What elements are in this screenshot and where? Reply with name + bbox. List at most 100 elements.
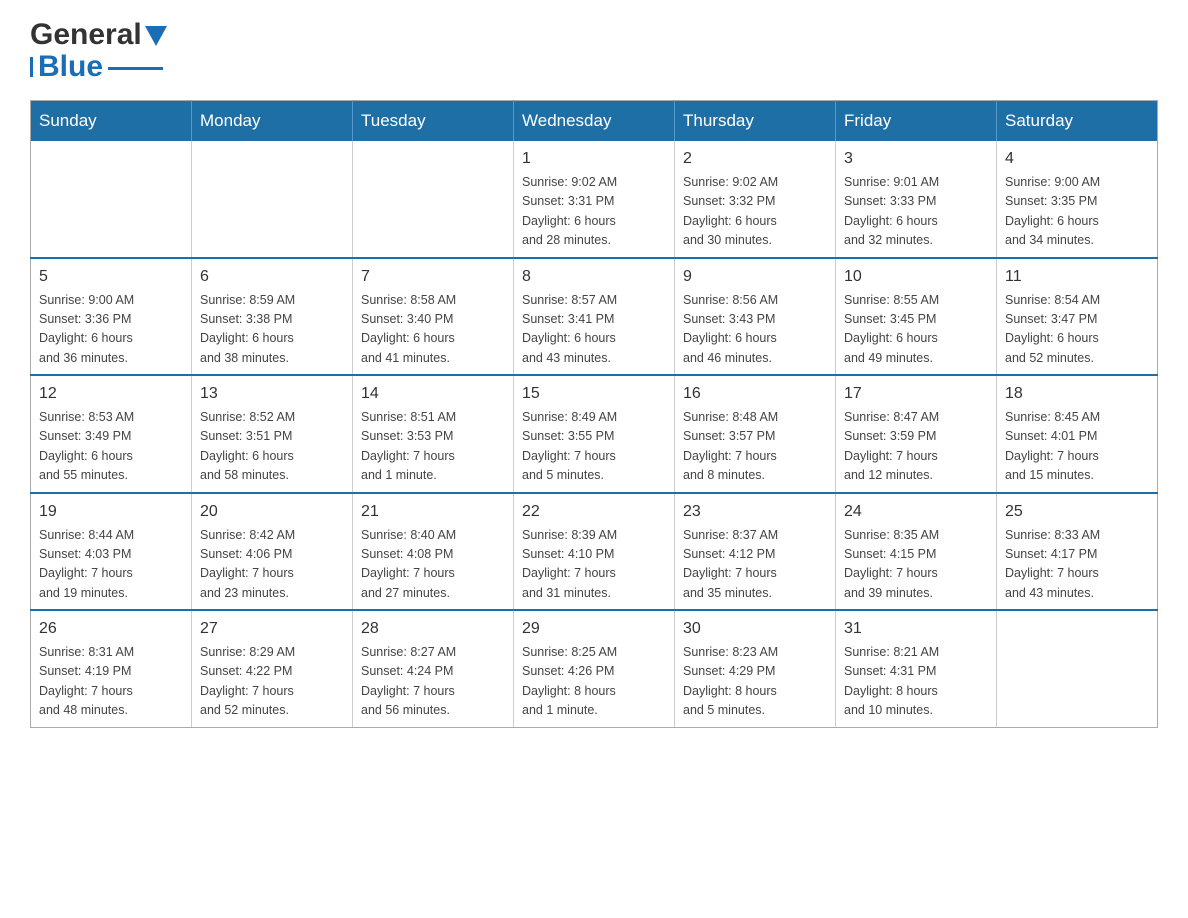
day-number: 6 [200, 265, 344, 289]
day-info: Sunrise: 8:58 AMSunset: 3:40 PMDaylight:… [361, 291, 505, 369]
day-cell: 21Sunrise: 8:40 AMSunset: 4:08 PMDayligh… [353, 493, 514, 611]
day-cell: 9Sunrise: 8:56 AMSunset: 3:43 PMDaylight… [675, 258, 836, 376]
day-cell: 19Sunrise: 8:44 AMSunset: 4:03 PMDayligh… [31, 493, 192, 611]
day-cell: 30Sunrise: 8:23 AMSunset: 4:29 PMDayligh… [675, 610, 836, 727]
day-info: Sunrise: 8:42 AMSunset: 4:06 PMDaylight:… [200, 526, 344, 604]
day-number: 20 [200, 500, 344, 524]
col-header-monday: Monday [192, 101, 353, 142]
day-cell: 26Sunrise: 8:31 AMSunset: 4:19 PMDayligh… [31, 610, 192, 727]
day-info: Sunrise: 8:40 AMSunset: 4:08 PMDaylight:… [361, 526, 505, 604]
day-cell [31, 141, 192, 258]
day-info: Sunrise: 8:23 AMSunset: 4:29 PMDaylight:… [683, 643, 827, 721]
day-number: 29 [522, 617, 666, 641]
col-header-sunday: Sunday [31, 101, 192, 142]
day-info: Sunrise: 9:01 AMSunset: 3:33 PMDaylight:… [844, 173, 988, 251]
day-cell: 29Sunrise: 8:25 AMSunset: 4:26 PMDayligh… [514, 610, 675, 727]
calendar-table: SundayMondayTuesdayWednesdayThursdayFrid… [30, 100, 1158, 728]
day-cell: 7Sunrise: 8:58 AMSunset: 3:40 PMDaylight… [353, 258, 514, 376]
day-number: 14 [361, 382, 505, 406]
day-number: 12 [39, 382, 183, 406]
week-row-1: 5Sunrise: 9:00 AMSunset: 3:36 PMDaylight… [31, 258, 1158, 376]
day-info: Sunrise: 8:56 AMSunset: 3:43 PMDaylight:… [683, 291, 827, 369]
col-header-thursday: Thursday [675, 101, 836, 142]
day-number: 9 [683, 265, 827, 289]
day-info: Sunrise: 8:44 AMSunset: 4:03 PMDaylight:… [39, 526, 183, 604]
day-number: 15 [522, 382, 666, 406]
week-row-0: 1Sunrise: 9:02 AMSunset: 3:31 PMDaylight… [31, 141, 1158, 258]
day-cell: 14Sunrise: 8:51 AMSunset: 3:53 PMDayligh… [353, 375, 514, 493]
day-number: 3 [844, 147, 988, 171]
day-info: Sunrise: 8:54 AMSunset: 3:47 PMDaylight:… [1005, 291, 1149, 369]
day-number: 28 [361, 617, 505, 641]
day-info: Sunrise: 9:00 AMSunset: 3:35 PMDaylight:… [1005, 173, 1149, 251]
day-cell: 16Sunrise: 8:48 AMSunset: 3:57 PMDayligh… [675, 375, 836, 493]
day-number: 27 [200, 617, 344, 641]
day-cell: 25Sunrise: 8:33 AMSunset: 4:17 PMDayligh… [997, 493, 1158, 611]
col-header-saturday: Saturday [997, 101, 1158, 142]
day-info: Sunrise: 8:29 AMSunset: 4:22 PMDaylight:… [200, 643, 344, 721]
day-info: Sunrise: 9:00 AMSunset: 3:36 PMDaylight:… [39, 291, 183, 369]
day-info: Sunrise: 8:52 AMSunset: 3:51 PMDaylight:… [200, 408, 344, 486]
day-number: 1 [522, 147, 666, 171]
day-number: 8 [522, 265, 666, 289]
day-info: Sunrise: 8:57 AMSunset: 3:41 PMDaylight:… [522, 291, 666, 369]
logo-arrow-icon [145, 26, 167, 46]
day-cell: 28Sunrise: 8:27 AMSunset: 4:24 PMDayligh… [353, 610, 514, 727]
day-number: 31 [844, 617, 988, 641]
day-info: Sunrise: 8:25 AMSunset: 4:26 PMDaylight:… [522, 643, 666, 721]
day-cell: 3Sunrise: 9:01 AMSunset: 3:33 PMDaylight… [836, 141, 997, 258]
day-cell: 22Sunrise: 8:39 AMSunset: 4:10 PMDayligh… [514, 493, 675, 611]
day-cell: 2Sunrise: 9:02 AMSunset: 3:32 PMDaylight… [675, 141, 836, 258]
week-row-3: 19Sunrise: 8:44 AMSunset: 4:03 PMDayligh… [31, 493, 1158, 611]
day-cell: 23Sunrise: 8:37 AMSunset: 4:12 PMDayligh… [675, 493, 836, 611]
day-info: Sunrise: 9:02 AMSunset: 3:32 PMDaylight:… [683, 173, 827, 251]
day-number: 11 [1005, 265, 1149, 289]
logo-blue-row: Blue [30, 50, 163, 84]
day-number: 13 [200, 382, 344, 406]
day-info: Sunrise: 8:27 AMSunset: 4:24 PMDaylight:… [361, 643, 505, 721]
col-header-wednesday: Wednesday [514, 101, 675, 142]
col-header-friday: Friday [836, 101, 997, 142]
day-info: Sunrise: 8:31 AMSunset: 4:19 PMDaylight:… [39, 643, 183, 721]
day-cell [192, 141, 353, 258]
day-info: Sunrise: 8:48 AMSunset: 3:57 PMDaylight:… [683, 408, 827, 486]
week-row-4: 26Sunrise: 8:31 AMSunset: 4:19 PMDayligh… [31, 610, 1158, 727]
day-cell: 4Sunrise: 9:00 AMSunset: 3:35 PMDaylight… [997, 141, 1158, 258]
day-number: 24 [844, 500, 988, 524]
day-cell: 20Sunrise: 8:42 AMSunset: 4:06 PMDayligh… [192, 493, 353, 611]
day-cell: 11Sunrise: 8:54 AMSunset: 3:47 PMDayligh… [997, 258, 1158, 376]
day-cell [997, 610, 1158, 727]
day-info: Sunrise: 8:49 AMSunset: 3:55 PMDaylight:… [522, 408, 666, 486]
day-number: 19 [39, 500, 183, 524]
page-header: General Blue [30, 20, 1158, 84]
day-info: Sunrise: 8:55 AMSunset: 3:45 PMDaylight:… [844, 291, 988, 369]
logo-row: General [30, 20, 167, 50]
day-number: 7 [361, 265, 505, 289]
day-cell: 5Sunrise: 9:00 AMSunset: 3:36 PMDaylight… [31, 258, 192, 376]
day-cell: 6Sunrise: 8:59 AMSunset: 3:38 PMDaylight… [192, 258, 353, 376]
day-cell: 8Sunrise: 8:57 AMSunset: 3:41 PMDaylight… [514, 258, 675, 376]
logo: General Blue [30, 20, 167, 84]
day-info: Sunrise: 8:39 AMSunset: 4:10 PMDaylight:… [522, 526, 666, 604]
day-info: Sunrise: 8:45 AMSunset: 4:01 PMDaylight:… [1005, 408, 1149, 486]
day-number: 22 [522, 500, 666, 524]
day-info: Sunrise: 8:47 AMSunset: 3:59 PMDaylight:… [844, 408, 988, 486]
day-cell [353, 141, 514, 258]
day-number: 17 [844, 382, 988, 406]
day-number: 25 [1005, 500, 1149, 524]
day-info: Sunrise: 8:33 AMSunset: 4:17 PMDaylight:… [1005, 526, 1149, 604]
day-cell: 10Sunrise: 8:55 AMSunset: 3:45 PMDayligh… [836, 258, 997, 376]
week-row-2: 12Sunrise: 8:53 AMSunset: 3:49 PMDayligh… [31, 375, 1158, 493]
day-info: Sunrise: 8:59 AMSunset: 3:38 PMDaylight:… [200, 291, 344, 369]
day-number: 5 [39, 265, 183, 289]
col-header-tuesday: Tuesday [353, 101, 514, 142]
day-info: Sunrise: 8:21 AMSunset: 4:31 PMDaylight:… [844, 643, 988, 721]
calendar-header: SundayMondayTuesdayWednesdayThursdayFrid… [31, 101, 1158, 142]
day-cell: 18Sunrise: 8:45 AMSunset: 4:01 PMDayligh… [997, 375, 1158, 493]
logo-general-label: General [30, 20, 142, 50]
day-header-row: SundayMondayTuesdayWednesdayThursdayFrid… [31, 101, 1158, 142]
day-number: 23 [683, 500, 827, 524]
day-info: Sunrise: 8:37 AMSunset: 4:12 PMDaylight:… [683, 526, 827, 604]
day-info: Sunrise: 8:53 AMSunset: 3:49 PMDaylight:… [39, 408, 183, 486]
day-info: Sunrise: 8:35 AMSunset: 4:15 PMDaylight:… [844, 526, 988, 604]
